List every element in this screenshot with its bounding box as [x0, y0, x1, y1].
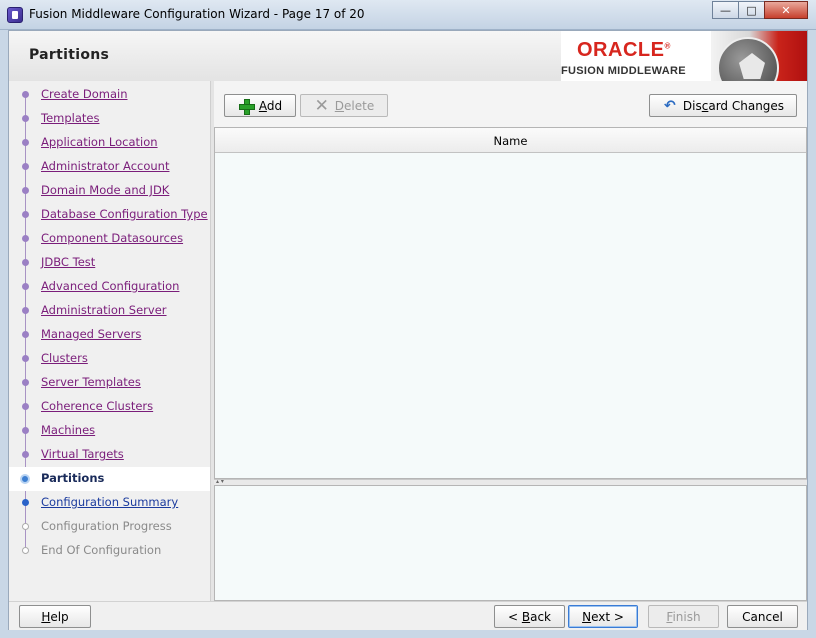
nav-step-label: Configuration Progress — [41, 519, 172, 533]
nav-step-label: Virtual Targets — [41, 447, 124, 461]
partitions-table[interactable]: Name — [214, 127, 807, 479]
step-dot-icon — [22, 451, 29, 458]
step-dot-icon — [22, 499, 29, 506]
nav-step-label: Domain Mode and JDK — [41, 183, 170, 197]
nav-step-label: Configuration Summary — [41, 495, 179, 509]
step-dot-icon — [22, 523, 29, 530]
wizard-footer: Help < Back Next > Finish Cancel — [9, 601, 807, 630]
close-button[interactable]: ✕ — [764, 1, 808, 19]
nav-step-domain-mode-and-jdk[interactable]: Domain Mode and JDK — [9, 179, 210, 203]
nav-step-label: Administrator Account — [41, 159, 170, 173]
step-dot-icon — [22, 331, 29, 338]
nav-step-managed-servers[interactable]: Managed Servers — [9, 323, 210, 347]
nav-step-coherence-clusters[interactable]: Coherence Clusters — [9, 395, 210, 419]
nav-step-label: Templates — [41, 111, 100, 125]
nav-step-jdbc-test[interactable]: JDBC Test — [9, 251, 210, 275]
partitions-panel: Add ✕ Delete ↶ Discard Changes Name ▴ ▾ — [214, 81, 807, 601]
back-button[interactable]: < Back — [494, 605, 565, 628]
page-title: Partitions — [29, 47, 110, 63]
partition-detail-pane — [214, 485, 807, 601]
window-controls: — □ ✕ — [712, 1, 808, 19]
wizard-header: Partitions ORACLE® FUSION MIDDLEWARE — [9, 31, 807, 81]
step-dot-icon — [22, 259, 29, 266]
nav-step-administration-server[interactable]: Administration Server — [9, 299, 210, 323]
nav-step-label: Administration Server — [41, 303, 167, 317]
step-section-icon — [22, 283, 29, 290]
pentagon-icon — [717, 37, 779, 81]
nav-step-server-templates[interactable]: Server Templates — [9, 371, 210, 395]
window-frame: Partitions ORACLE® FUSION MIDDLEWARE Cre… — [0, 30, 816, 638]
wizard-client: Partitions ORACLE® FUSION MIDDLEWARE Cre… — [8, 30, 808, 630]
step-dot-icon — [22, 547, 29, 554]
step-dot-icon — [22, 235, 29, 242]
step-dot-icon — [22, 427, 29, 434]
nav-step-label: Partitions — [41, 471, 105, 485]
nav-step-label: Database Configuration Type — [41, 207, 208, 221]
nav-step-templates[interactable]: Templates — [9, 107, 210, 131]
step-dot-icon — [20, 474, 30, 484]
step-dot-icon — [22, 355, 29, 362]
delete-button[interactable]: ✕ Delete — [300, 94, 388, 117]
maximize-button[interactable]: □ — [738, 1, 765, 19]
finish-button[interactable]: Finish — [648, 605, 719, 628]
step-dot-icon — [22, 139, 29, 146]
discard-changes-button[interactable]: ↶ Discard Changes — [649, 94, 797, 117]
step-dot-icon — [22, 163, 29, 170]
app-icon — [7, 7, 23, 23]
column-header-name[interactable]: Name — [215, 134, 806, 148]
step-dot-icon — [22, 307, 29, 314]
step-dot-icon — [22, 403, 29, 410]
nav-step-clusters[interactable]: Clusters — [9, 347, 210, 371]
nav-step-create-domain[interactable]: Create Domain — [9, 83, 210, 107]
window-title: Fusion Middleware Configuration Wizard -… — [29, 7, 365, 21]
next-button[interactable]: Next > — [568, 605, 638, 628]
step-section-icon — [22, 91, 29, 98]
x-icon: ✕ — [314, 95, 329, 116]
nav-step-database-configuration-type[interactable]: Database Configuration Type — [9, 203, 210, 227]
fusion-middleware-wordmark: FUSION MIDDLEWARE — [561, 65, 686, 77]
nav-step-label: Coherence Clusters — [41, 399, 154, 413]
table-header: Name — [215, 128, 806, 153]
nav-step-label: End Of Configuration — [41, 543, 162, 557]
partitions-toolbar: Add ✕ Delete ↶ Discard Changes — [214, 81, 807, 127]
wizard-steps-nav: Create Domain Templates Application Locati… — [9, 81, 210, 601]
nav-step-partitions[interactable]: Partitions — [9, 467, 210, 491]
step-dot-icon — [22, 211, 29, 218]
step-section-icon — [22, 115, 29, 122]
nav-step-component-datasources[interactable]: Component Datasources — [9, 227, 210, 251]
step-dot-icon — [22, 379, 29, 386]
add-button[interactable]: Add — [224, 94, 296, 117]
nav-step-application-location[interactable]: Application Location — [9, 131, 210, 155]
nav-step-label: Managed Servers — [41, 327, 142, 341]
nav-step-machines[interactable]: Machines — [9, 419, 210, 443]
plus-icon — [238, 98, 255, 115]
help-button[interactable]: Help — [19, 605, 91, 628]
oracle-logo: ORACLE® FUSION MIDDLEWARE — [561, 31, 807, 81]
brand-badge — [711, 31, 807, 81]
nav-step-label: Server Templates — [41, 375, 141, 389]
nav-step-label: Create Domain — [41, 87, 128, 101]
step-dot-icon — [22, 187, 29, 194]
nav-step-advanced-configuration[interactable]: Advanced Configuration — [9, 275, 210, 299]
nav-step-end-of-configuration: End Of Configuration — [9, 539, 210, 563]
nav-step-configuration-progress: Configuration Progress — [9, 515, 210, 539]
window-titlebar: Fusion Middleware Configuration Wizard -… — [0, 0, 816, 30]
undo-icon: ↶ — [664, 97, 676, 114]
nav-step-virtual-targets[interactable]: Virtual Targets — [9, 443, 210, 467]
nav-step-label: JDBC Test — [41, 255, 96, 269]
cancel-button[interactable]: Cancel — [727, 605, 798, 628]
nav-step-label: Advanced Configuration — [41, 279, 180, 293]
nav-step-label: Clusters — [41, 351, 88, 365]
nav-step-label: Component Datasources — [41, 231, 184, 245]
nav-step-label: Application Location — [41, 135, 158, 149]
nav-step-label: Machines — [41, 423, 96, 437]
nav-step-administrator-account[interactable]: Administrator Account — [9, 155, 210, 179]
minimize-button[interactable]: — — [712, 1, 739, 19]
nav-step-configuration-summary[interactable]: Configuration Summary — [9, 491, 210, 515]
oracle-wordmark: ORACLE® — [577, 39, 671, 61]
